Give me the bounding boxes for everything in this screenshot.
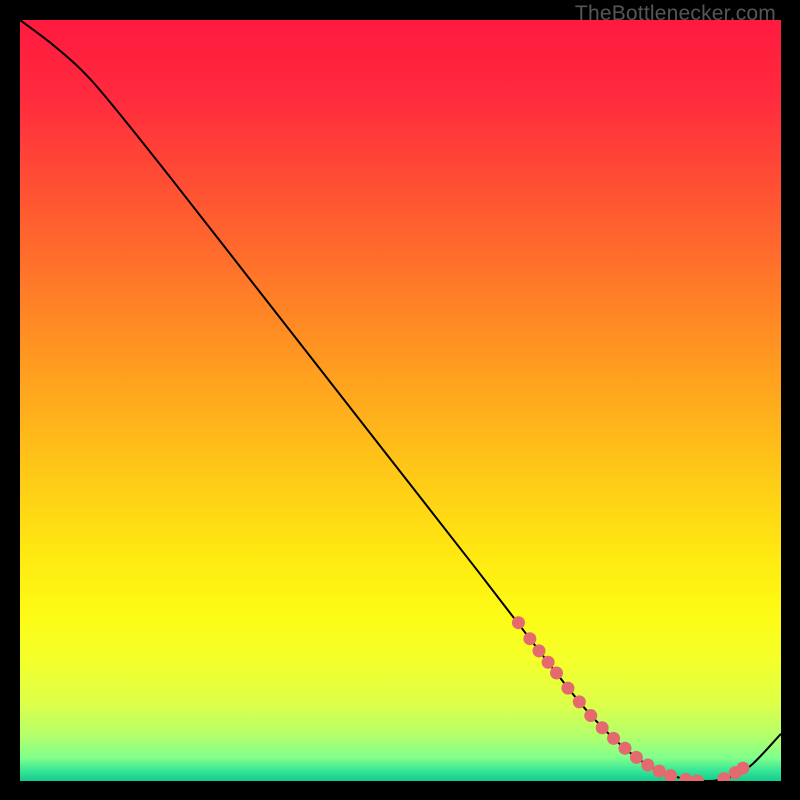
highlight-dot — [542, 656, 555, 669]
highlight-dot — [512, 616, 525, 629]
highlight-dot — [550, 666, 563, 679]
highlight-dot — [561, 682, 574, 695]
highlight-dot — [653, 765, 666, 778]
highlight-dot — [533, 644, 546, 657]
highlight-dot — [618, 742, 631, 755]
highlight-dot — [736, 762, 749, 775]
highlight-dot — [596, 721, 609, 734]
highlight-dot — [641, 759, 654, 772]
highlight-dot — [607, 732, 620, 745]
highlight-dot — [584, 709, 597, 722]
chart-svg — [20, 20, 781, 781]
highlight-dot — [523, 632, 536, 645]
highlight-dot — [573, 695, 586, 708]
highlight-dot — [630, 751, 643, 764]
attribution-label: TheBottlenecker.com — [575, 2, 776, 26]
gradient-rect — [20, 20, 781, 781]
